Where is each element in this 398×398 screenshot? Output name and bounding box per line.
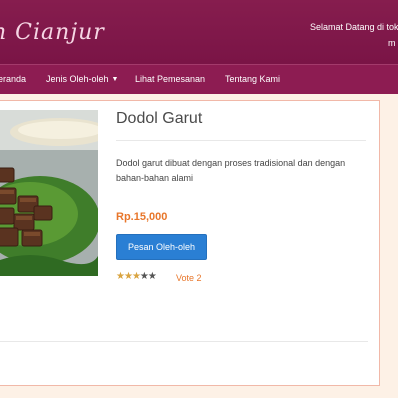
site-header: n Cianjur Selamat Datang di tok m xyxy=(0,0,398,64)
product-description: Dodol garut dibuat dengan proses tradisi… xyxy=(116,158,346,183)
panel-divider xyxy=(0,341,368,342)
product-title: Dodol Garut xyxy=(116,110,203,127)
caret-down-icon: ▼ xyxy=(111,76,119,83)
star-filled-icon[interactable]: ★ xyxy=(116,271,125,282)
order-button[interactable]: Pesan Oleh-oleh xyxy=(116,234,207,260)
welcome-text-continued: m xyxy=(388,38,396,48)
nav-item-label: Jenis Oleh-oleh xyxy=(46,74,109,84)
star-filled-icon[interactable]: ★ xyxy=(132,271,141,282)
nav-item-beranda[interactable]: eranda xyxy=(0,74,26,84)
product-image-drawing xyxy=(0,110,98,276)
site-logo-title[interactable]: n Cianjur xyxy=(0,20,105,45)
vote-count: Vote 2 xyxy=(176,273,202,283)
main-navbar: eranda Jenis Oleh-oleh ▼ Lihat Pemesanan … xyxy=(0,64,398,94)
title-divider xyxy=(116,140,366,141)
rating-stars[interactable]: ★★★★★ xyxy=(116,271,157,282)
nav-item-tentang-kami[interactable]: Tentang Kami xyxy=(225,74,280,84)
food-photo-icon xyxy=(0,110,98,276)
nav-item-jenis-oleh-oleh[interactable]: Jenis Oleh-oleh ▼ xyxy=(46,74,118,84)
product-price: Rp.15,000 xyxy=(116,211,168,223)
star-empty-icon[interactable]: ★ xyxy=(140,271,149,282)
nav-item-lihat-pemesanan[interactable]: Lihat Pemesanan xyxy=(135,74,205,84)
star-empty-icon[interactable]: ★ xyxy=(148,271,157,282)
star-filled-icon[interactable]: ★ xyxy=(124,271,133,282)
welcome-text: Selamat Datang di tok xyxy=(310,22,398,32)
